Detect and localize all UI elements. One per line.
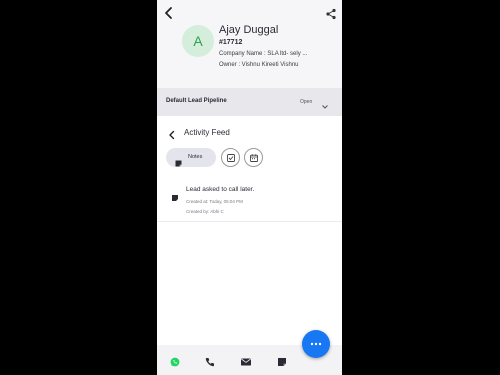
- pipeline-name: Default Lead Pipeline: [166, 98, 227, 104]
- tab-notes-label: Notes: [188, 154, 203, 160]
- share-button[interactable]: [325, 7, 337, 20]
- mobile-app: A Ajay Duggal #17712 Company Name : SLA …: [157, 0, 342, 375]
- email-icon[interactable]: [241, 354, 251, 366]
- activity-feed-title: Activity Feed: [184, 128, 230, 137]
- whatsapp-icon[interactable]: [170, 354, 180, 367]
- arrow-left-icon: [169, 130, 175, 140]
- pipeline-status: Open: [300, 99, 313, 105]
- more-actions-button[interactable]: [302, 330, 330, 358]
- chevron-down-icon[interactable]: [321, 98, 329, 109]
- owner-name: Owner : Vishnu Kireeti Vishnu: [219, 62, 299, 68]
- share-icon: [326, 8, 336, 20]
- screen: A Ajay Duggal #17712 Company Name : SLA …: [0, 0, 500, 375]
- phone-icon[interactable]: [205, 354, 215, 367]
- back-button[interactable]: [162, 6, 176, 20]
- checkbox-icon: [227, 154, 235, 162]
- calendar-icon: [250, 154, 258, 162]
- avatar: A: [182, 25, 214, 57]
- feed-item-created-at: Created at: Today, 05:04 PM: [186, 199, 243, 204]
- note-icon: [172, 188, 178, 201]
- feed-item-created-by: Created by: Abhi C: [186, 209, 224, 214]
- contact-name: Ajay Duggal: [219, 24, 279, 36]
- tab-meetings[interactable]: [244, 148, 263, 167]
- divider: [157, 221, 342, 222]
- activity-back-button[interactable]: [167, 127, 177, 140]
- arrow-left-icon: [165, 7, 172, 19]
- more-dots-icon: [310, 342, 322, 346]
- tab-tasks[interactable]: [221, 148, 240, 167]
- note-icon: [175, 154, 182, 167]
- pipeline-selector[interactable]: Default Lead Pipeline Open: [157, 88, 342, 116]
- contact-id: #17712: [219, 39, 243, 46]
- contact-header: A Ajay Duggal #17712 Company Name : SLA …: [157, 0, 342, 88]
- tab-notes[interactable]: Notes: [166, 148, 216, 167]
- note-icon[interactable]: [277, 354, 287, 366]
- feed-item-text: Lead asked to call later.: [186, 186, 255, 193]
- company-name: Company Name : SLA ltd- sely ...: [219, 51, 308, 57]
